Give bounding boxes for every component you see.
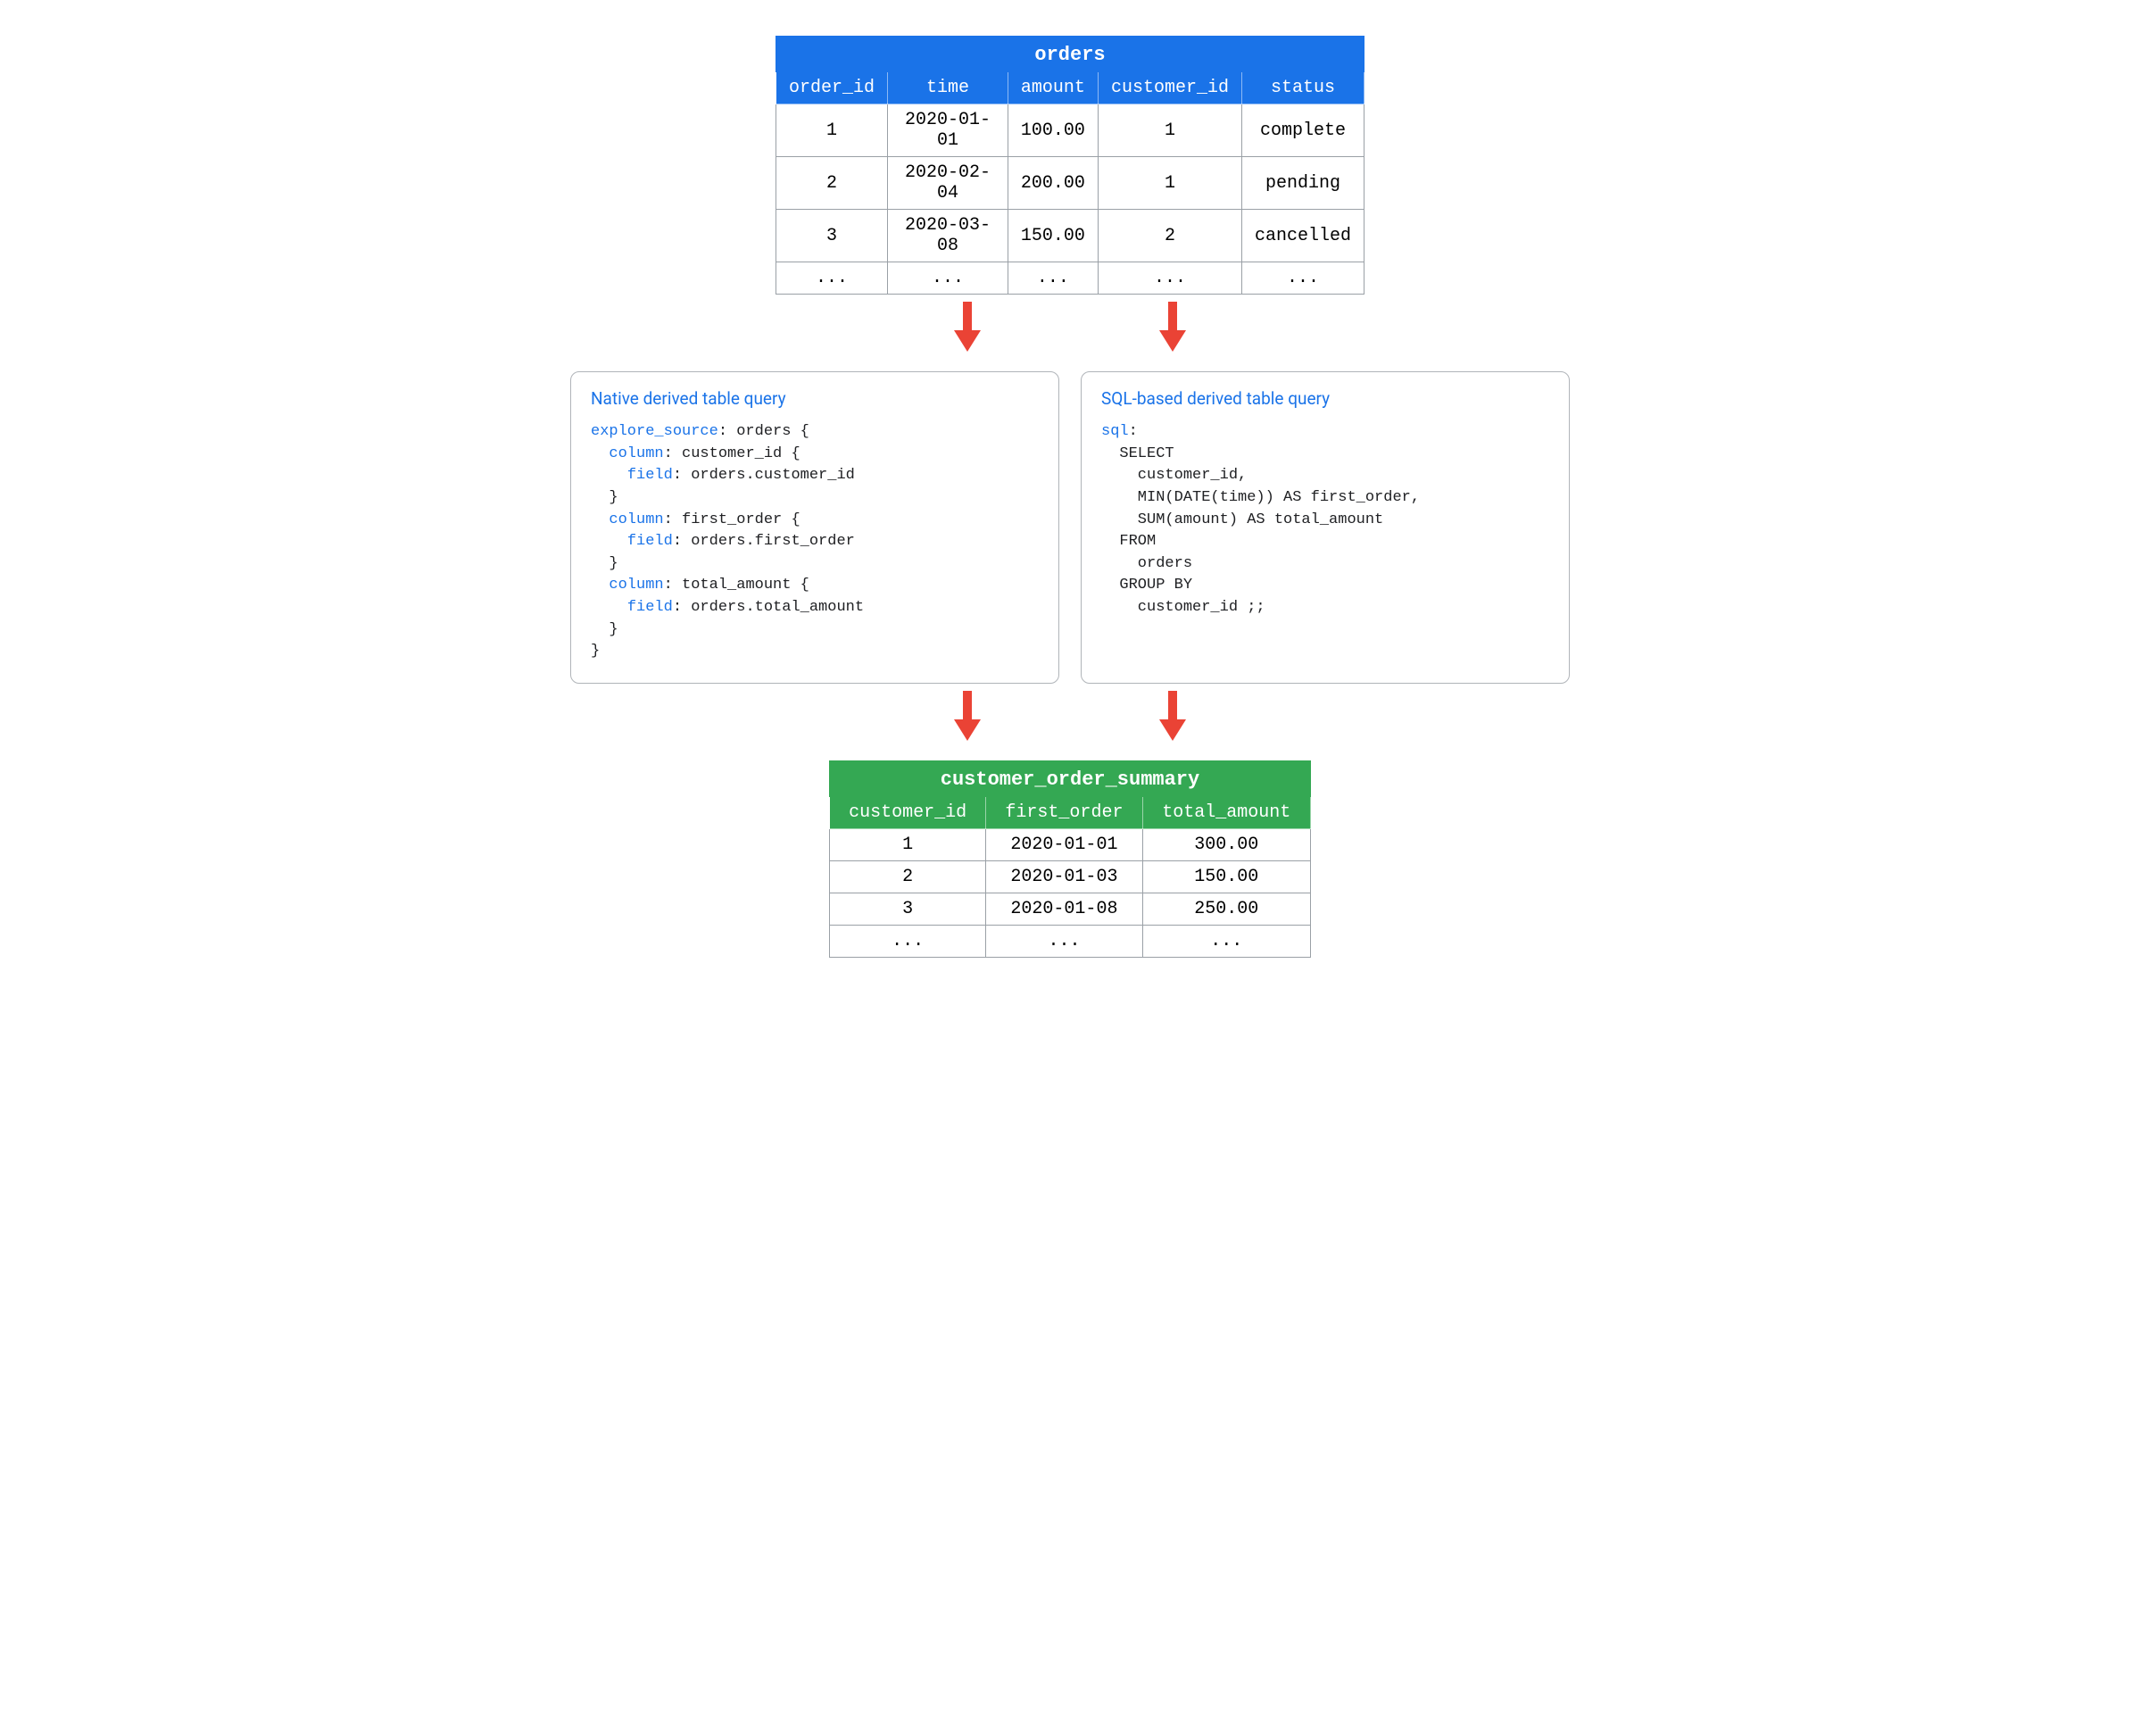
sql-card-title: SQL-based derived table query [1101,388,1549,409]
summary-table-col: total_amount [1142,797,1310,829]
sql-card-code: sql: SELECT customer_id, MIN(DATE(time))… [1101,421,1549,619]
arrow-down-icon [954,302,981,355]
orders-table-col: amount [1008,72,1098,104]
table-cell: 2020-01-03 [986,861,1142,893]
table-row: 12020-01-01300.00 [830,829,1311,861]
orders-table-col: time [888,72,1008,104]
table-cell: 1 [776,104,888,157]
table-cell: 200.00 [1008,157,1098,210]
summary-table-title: customer_order_summary [830,761,1311,797]
code-cards-row: Native derived table query explore_sourc… [570,371,1570,684]
diagram-root: orders order_idtimeamountcustomer_idstat… [570,36,1570,958]
orders-table-columns: order_idtimeamountcustomer_idstatus [776,72,1364,104]
table-cell: 2020-01-01 [986,829,1142,861]
table-cell: pending [1241,157,1364,210]
table-cell: 150.00 [1008,210,1098,262]
table-cell: ... [1098,262,1241,295]
sql-derived-table-card: SQL-based derived table query sql: SELEC… [1081,371,1570,684]
orders-table-title: orders [776,37,1364,72]
native-derived-table-card: Native derived table query explore_sourc… [570,371,1059,684]
arrow-row-top [570,295,1570,371]
native-card-code: explore_source: orders { column: custome… [591,421,1039,663]
table-cell: 2020-03-08 [888,210,1008,262]
table-row: 22020-01-03150.00 [830,861,1311,893]
table-cell: 100.00 [1008,104,1098,157]
summary-table-body: 12020-01-01300.0022020-01-03150.0032020-… [830,829,1311,958]
table-cell: 2 [1098,210,1241,262]
table-cell: 300.00 [1142,829,1310,861]
table-cell: cancelled [1241,210,1364,262]
native-card-title: Native derived table query [591,388,1039,409]
orders-table-body: 12020-01-01100.001complete22020-02-04200… [776,104,1364,295]
summary-table-col: customer_id [830,797,986,829]
table-cell: ... [1241,262,1364,295]
arrow-down-icon [954,691,981,744]
table-cell: 1 [1098,104,1241,157]
table-cell: 1 [1098,157,1241,210]
table-cell: ... [830,926,986,958]
table-cell: 2020-01-08 [986,893,1142,926]
table-row: 32020-03-08150.002cancelled [776,210,1364,262]
arrow-row-bottom [570,684,1570,760]
table-cell: 2 [830,861,986,893]
table-cell: ... [776,262,888,295]
table-row: 12020-01-01100.001complete [776,104,1364,157]
arrow-down-icon [1159,691,1186,744]
table-cell: complete [1241,104,1364,157]
table-cell: 3 [830,893,986,926]
table-cell: ... [1142,926,1310,958]
table-row: ......... [830,926,1311,958]
summary-table-columns: customer_idfirst_ordertotal_amount [830,797,1311,829]
table-cell: 2020-02-04 [888,157,1008,210]
orders-table: orders order_idtimeamountcustomer_idstat… [776,36,1364,295]
orders-table-col: customer_id [1098,72,1241,104]
table-cell: ... [986,926,1142,958]
table-cell: 150.00 [1142,861,1310,893]
table-cell: 250.00 [1142,893,1310,926]
table-cell: 2 [776,157,888,210]
table-cell: ... [888,262,1008,295]
arrow-down-icon [1159,302,1186,355]
summary-table-col: first_order [986,797,1142,829]
table-row: 22020-02-04200.001pending [776,157,1364,210]
orders-table-col: status [1241,72,1364,104]
summary-table: customer_order_summary customer_idfirst_… [829,760,1311,958]
table-cell: 3 [776,210,888,262]
table-cell: 1 [830,829,986,861]
table-cell: 2020-01-01 [888,104,1008,157]
table-row: 32020-01-08250.00 [830,893,1311,926]
table-cell: ... [1008,262,1098,295]
orders-table-col: order_id [776,72,888,104]
table-row: ............... [776,262,1364,295]
